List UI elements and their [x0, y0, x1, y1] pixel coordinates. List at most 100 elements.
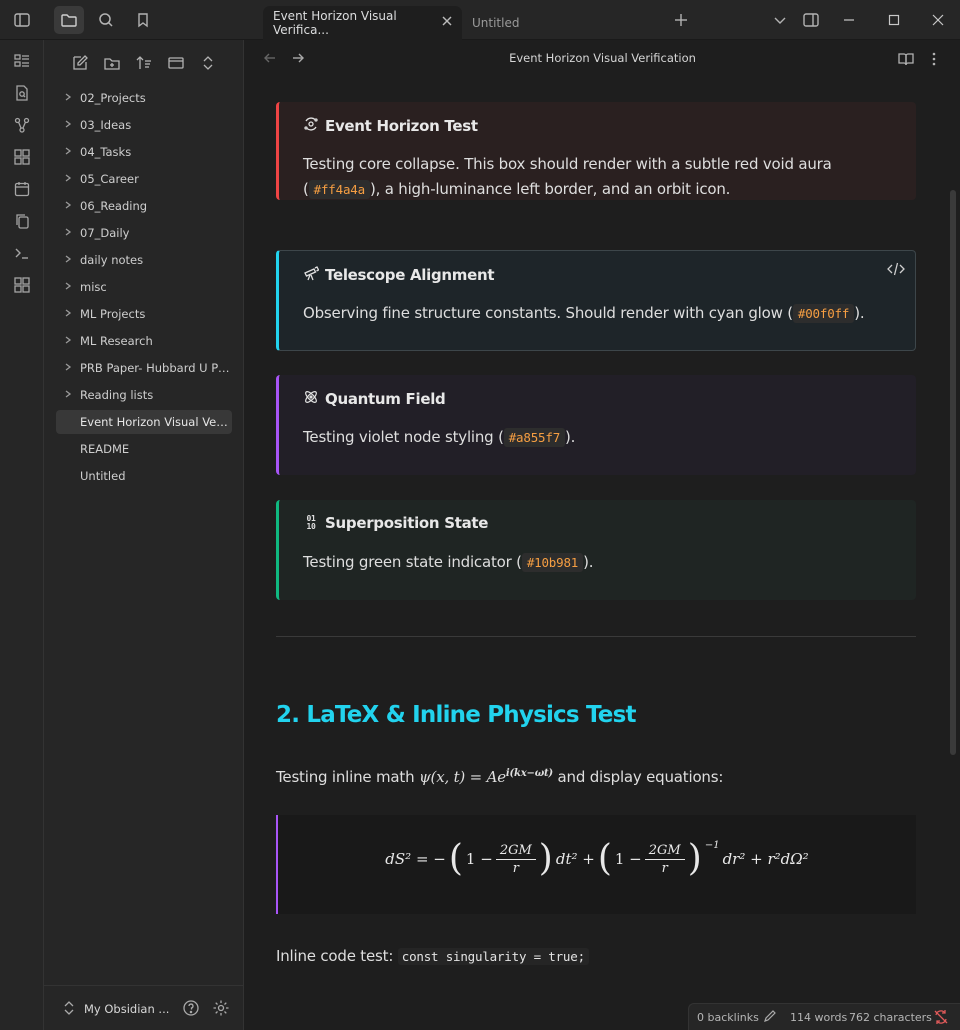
calendar-icon[interactable] — [11, 178, 33, 200]
tree-item-label: daily notes — [80, 253, 144, 267]
tree-item-label: Event Horizon Visual Veri... — [80, 415, 232, 429]
sort-icon[interactable] — [132, 52, 156, 74]
search-icon[interactable] — [91, 6, 121, 34]
character-count: 762 characters — [849, 1011, 932, 1024]
chevron-right-icon — [56, 389, 80, 402]
folder-item[interactable]: misc — [56, 275, 232, 299]
backlinks-count[interactable]: 0 backlinks — [697, 1011, 759, 1024]
folder-item[interactable]: ML Projects — [56, 302, 232, 326]
tab-event-horizon[interactable]: Event Horizon Visual Verifica... — [263, 6, 462, 40]
callout-quantum-field: Quantum Field Testing violet node stylin… — [276, 375, 916, 475]
callout-telescope: Telescope Alignment Observing fine struc… — [276, 250, 916, 351]
chevron-right-icon — [56, 200, 80, 213]
pencil-icon[interactable] — [763, 1009, 777, 1026]
folder-item[interactable]: 07_Daily — [56, 221, 232, 245]
callout-event-horizon: Event Horizon Test Testing core collapse… — [276, 102, 916, 200]
tree-item-label: Reading lists — [80, 388, 154, 402]
chevron-right-icon — [56, 362, 80, 375]
horizontal-rule — [276, 636, 916, 637]
note-title[interactable]: Event Horizon Visual Verification — [245, 51, 960, 65]
vault-bar: My Obsidian ... — [44, 985, 244, 1030]
folder-item[interactable]: 05_Career — [56, 167, 232, 191]
tab-label: Untitled — [472, 16, 520, 30]
sidebar-toggle-icon[interactable] — [7, 6, 37, 34]
terminal-icon[interactable] — [11, 242, 33, 264]
new-tab-icon[interactable] — [666, 6, 696, 34]
right-sidebar-toggle-icon[interactable] — [796, 6, 826, 34]
tree-item-label: ML Research — [80, 334, 153, 348]
settings-gear-icon[interactable] — [212, 999, 230, 1021]
callout-body: Testing core collapse. This box should r… — [303, 155, 832, 199]
word-count: 114 words — [790, 1011, 848, 1024]
reading-view-icon[interactable] — [897, 51, 915, 71]
vault-switcher-icon[interactable] — [62, 1000, 76, 1020]
folder-item[interactable]: PRB Paper- Hubbard U Pr... — [56, 356, 232, 380]
callout-body: Testing green state indicator (#10b981). — [303, 553, 594, 572]
inline-code: #00f0ff — [792, 304, 855, 323]
close-window-icon[interactable] — [923, 6, 953, 34]
tree-item-label: Untitled — [80, 469, 126, 483]
tree-item-label: 07_Daily — [80, 226, 130, 240]
folder-item[interactable]: Reading lists — [56, 383, 232, 407]
folder-item[interactable]: 03_Ideas — [56, 113, 232, 137]
folder-item[interactable]: 02_Projects — [56, 86, 232, 110]
telescope-icon — [303, 265, 320, 285]
tree-item-label: 05_Career — [80, 172, 139, 186]
scrollbar[interactable] — [950, 190, 956, 755]
tree-item-label: 06_Reading — [80, 199, 148, 213]
edit-source-icon[interactable] — [887, 261, 905, 281]
inline-math-paragraph: Testing inline math ψ(x, t) = Aei(kx−ωt)… — [276, 768, 724, 786]
more-options-icon[interactable] — [930, 50, 938, 72]
inline-code: #10b981 — [521, 553, 584, 572]
chevron-right-icon — [56, 227, 80, 240]
file-explorer-icon[interactable] — [54, 6, 84, 34]
tree-item-label: README — [80, 442, 130, 456]
tree-item-label: PRB Paper- Hubbard U Pr... — [80, 361, 232, 375]
layout-grid-icon[interactable] — [11, 274, 33, 296]
graph-view-icon[interactable] — [11, 114, 33, 136]
vault-name[interactable]: My Obsidian ... — [84, 1002, 169, 1016]
callout-title: 01 10 Superposition State — [303, 514, 488, 532]
bookmark-icon[interactable] — [128, 6, 158, 34]
chevron-right-icon — [56, 308, 80, 321]
folder-item[interactable]: ML Research — [56, 329, 232, 353]
editor-pane: Event Horizon Visual Verification Event … — [245, 40, 960, 1030]
new-folder-icon[interactable] — [100, 52, 124, 74]
tab-list-chevron-icon[interactable] — [765, 6, 795, 34]
callout-body: Observing fine structure constants. Shou… — [303, 304, 865, 323]
canvas-icon[interactable] — [11, 146, 33, 168]
tree-item-label: misc — [80, 280, 107, 294]
chevron-right-icon — [56, 119, 80, 132]
folder-item[interactable]: 06_Reading — [56, 194, 232, 218]
maximize-icon[interactable] — [879, 6, 909, 34]
new-note-icon[interactable] — [68, 52, 92, 74]
chevron-right-icon — [56, 254, 80, 267]
minimize-icon[interactable] — [834, 6, 864, 34]
callout-title: Telescope Alignment — [303, 265, 495, 285]
folder-item[interactable]: 04_Tasks — [56, 140, 232, 164]
display-equation: dS² = − ( 1 − 2GM r ) dt² + ( 1 − 2GM r … — [276, 815, 916, 914]
file-search-icon[interactable] — [11, 82, 33, 104]
tree-item-label: 02_Projects — [80, 91, 146, 105]
file-item[interactable]: README — [56, 437, 232, 461]
inline-code-paragraph: Inline code test: const singularity = tr… — [276, 947, 589, 965]
file-item[interactable]: Untitled — [56, 464, 232, 488]
help-icon[interactable] — [182, 999, 200, 1021]
status-bar: 0 backlinks 114 words 762 characters — [688, 1003, 960, 1030]
chevron-right-icon — [56, 173, 80, 186]
dashboard-icon[interactable] — [11, 50, 33, 72]
callout-superposition: 01 10 Superposition State Testing green s… — [276, 500, 916, 600]
folder-item[interactable]: daily notes — [56, 248, 232, 272]
inline-code: #a855f7 — [503, 428, 566, 447]
title-bar: Event Horizon Visual Verifica... Untitle… — [0, 0, 960, 40]
chevron-right-icon — [56, 281, 80, 294]
auto-reveal-icon[interactable] — [164, 52, 188, 74]
collapse-all-icon[interactable] — [196, 52, 220, 74]
close-tab-icon[interactable] — [440, 14, 454, 31]
copy-icon[interactable] — [11, 210, 33, 232]
tree-item-label: 04_Tasks — [80, 145, 132, 159]
tab-untitled[interactable]: Untitled — [462, 6, 652, 40]
callout-title: Quantum Field — [303, 389, 446, 409]
file-item[interactable]: Event Horizon Visual Veri... — [56, 410, 232, 434]
sync-error-icon[interactable] — [933, 1009, 949, 1028]
